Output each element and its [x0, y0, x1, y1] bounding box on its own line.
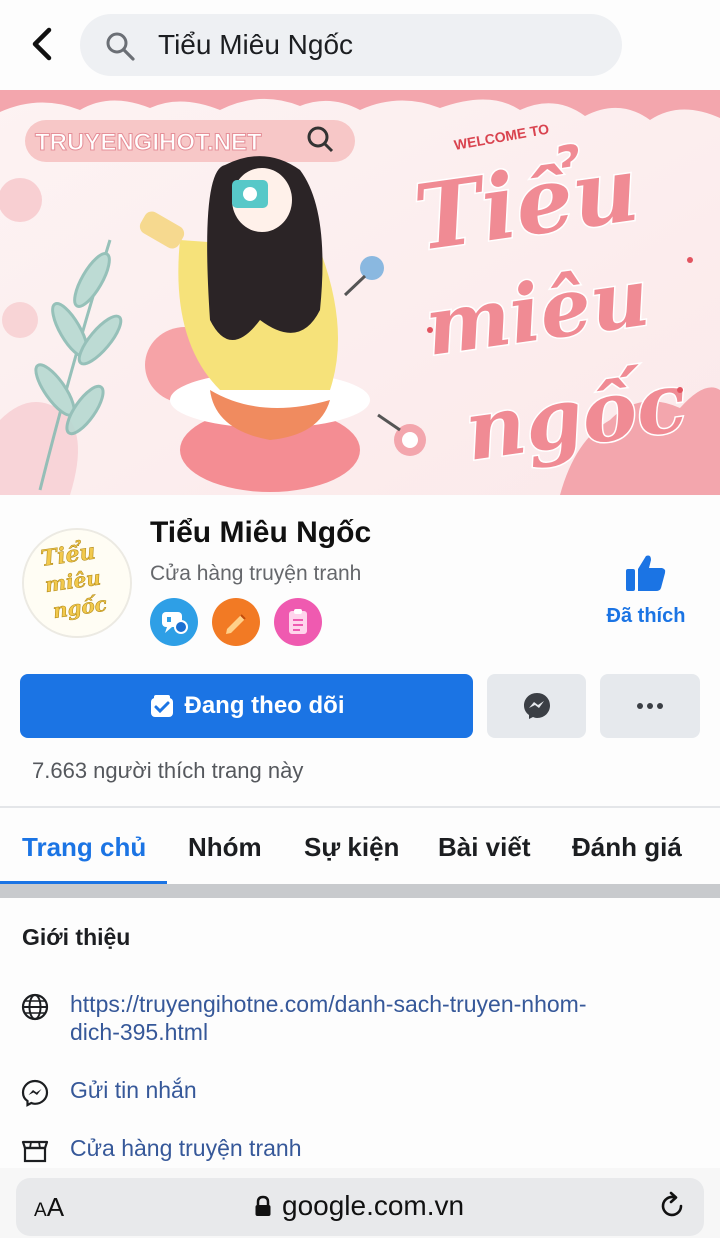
- cover-illustration: TRUYENGIHOT.NET WELCOME TO Tiểu miêu ngố…: [0, 90, 720, 495]
- tab-posts[interactable]: Bài viết: [438, 832, 531, 863]
- website-row[interactable]: https://truyengihotne.com/danh-sach-truy…: [20, 990, 700, 1050]
- tab-reviews[interactable]: Đánh giá: [572, 832, 682, 863]
- send-message-row[interactable]: Gửi tin nhắn: [20, 1076, 700, 1108]
- following-button[interactable]: Đang theo dõi: [20, 674, 473, 738]
- browser-bottom-bar: AA google.com.vn: [0, 1168, 720, 1238]
- page-avatar[interactable]: Tiểu miêu ngốc: [22, 528, 132, 638]
- tab-home[interactable]: Trang chủ: [22, 832, 146, 863]
- page-name: Tiểu Miêu Ngốc: [150, 516, 372, 549]
- messenger-button[interactable]: [487, 674, 586, 738]
- more-button[interactable]: [600, 674, 700, 738]
- url-text: google.com.vn: [282, 1190, 465, 1221]
- store-icon: [21, 1140, 49, 1163]
- cover-site-label: TRUYENGIHOT.NET: [35, 129, 262, 156]
- category-row[interactable]: Cửa hàng truyện tranh: [20, 1134, 700, 1166]
- text-size-large: A: [46, 1192, 65, 1222]
- following-icon: [150, 695, 173, 717]
- reload-icon[interactable]: [656, 1190, 688, 1222]
- messenger-outline-icon: [21, 1079, 49, 1107]
- cover-photo[interactable]: TRUYENGIHOT.NET WELCOME TO Tiểu miêu ngố…: [0, 90, 720, 495]
- chat-badge-icon[interactable]: [150, 598, 198, 646]
- clipboard-badge-icon[interactable]: [274, 598, 322, 646]
- website-link-line1: https://truyengihotne.com/danh-sach-truy…: [70, 991, 587, 1017]
- section-separator: [0, 884, 720, 898]
- page-tabs: Trang chủ Nhóm Sự kiện Bài viết Đánh giá: [0, 810, 720, 886]
- intro-title: Giới thiệu: [22, 924, 131, 950]
- send-message-link[interactable]: Gửi tin nhắn: [70, 1076, 690, 1104]
- url-display[interactable]: google.com.vn: [254, 1190, 464, 1222]
- address-bar[interactable]: AA google.com.vn: [16, 1178, 704, 1236]
- globe-icon: [21, 993, 49, 1021]
- badge-row: [150, 598, 322, 646]
- tab-groups[interactable]: Nhóm: [188, 832, 262, 863]
- avatar-lettering-image: Tiểu miêu ngốc: [24, 530, 130, 636]
- tab-events[interactable]: Sự kiện: [304, 832, 399, 863]
- action-buttons: Đang theo dõi: [20, 674, 700, 738]
- more-icon: [637, 703, 663, 709]
- category-link[interactable]: Cửa hàng truyện tranh: [70, 1134, 690, 1162]
- chevron-left-icon: [32, 27, 52, 61]
- divider: [0, 806, 720, 808]
- page-category: Cửa hàng truyện tranh: [150, 562, 362, 585]
- pencil-badge-icon[interactable]: [212, 598, 260, 646]
- text-size-small: A: [34, 1200, 47, 1221]
- website-link-line2: dich-395.html: [70, 1019, 209, 1045]
- search-query: Tiểu Miêu Ngốc: [158, 29, 354, 60]
- thumbs-up-icon: [626, 555, 666, 591]
- following-label: Đang theo dõi: [184, 692, 345, 719]
- likes-count: 7.663 người thích trang này: [32, 758, 304, 783]
- top-search-bar: Tiểu Miêu Ngốc: [0, 0, 720, 90]
- liked-button[interactable]: Đã thích: [596, 552, 696, 628]
- search-icon: [106, 32, 135, 61]
- messenger-icon: [523, 693, 550, 719]
- back-button[interactable]: [22, 24, 62, 64]
- text-size-button[interactable]: AA: [34, 1192, 64, 1223]
- website-link[interactable]: https://truyengihotne.com/danh-sach-truy…: [70, 990, 690, 1046]
- search-input[interactable]: Tiểu Miêu Ngốc: [80, 14, 622, 76]
- lock-icon: [255, 1195, 271, 1216]
- liked-label: Đã thích: [606, 605, 686, 627]
